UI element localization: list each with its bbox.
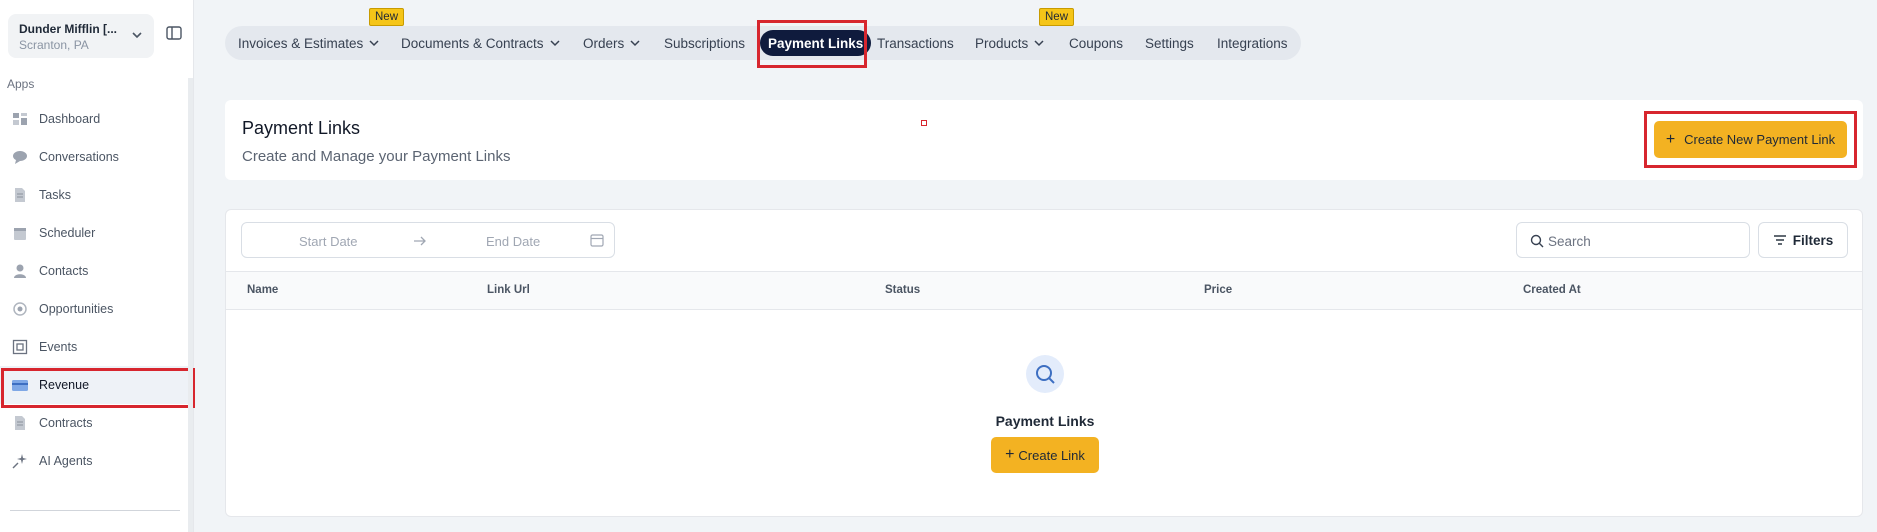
page-subtitle: Create and Manage your Payment Links (242, 148, 511, 165)
tab-orders[interactable]: Orders (583, 26, 640, 60)
tab-subscriptions[interactable]: Subscriptions (664, 26, 745, 60)
sidebar-item-opportunities[interactable]: Opportunities (0, 290, 190, 328)
account-location: Scranton, PA (19, 38, 89, 52)
sidebar-scrollbar[interactable] (188, 78, 193, 532)
tab-label: Orders (583, 35, 625, 51)
sidebar-item-label: Dashboard (39, 112, 101, 126)
card-icon (12, 377, 28, 393)
sidebar-item-label: Tasks (39, 188, 71, 202)
sidebar-item-events[interactable]: Events (0, 328, 190, 366)
table-header: Name Link Url Status Price Created At (226, 271, 1862, 310)
create-button-label: Create New Payment Link (1684, 132, 1836, 147)
create-new-payment-link-button[interactable]: + Create New Payment Link (1654, 121, 1847, 158)
sidebar-item-conversations[interactable]: Conversations (0, 138, 190, 176)
column-header-created-at[interactable]: Created At (1523, 284, 1581, 296)
chevron-down-icon (630, 40, 640, 47)
tab-label: Subscriptions (664, 35, 746, 51)
end-date-input[interactable]: End Date (486, 234, 540, 249)
sparkle-icon (12, 453, 28, 469)
sidebar-nav: Dashboard Conversations Tasks Scheduler … (0, 100, 195, 480)
sidebar-item-label: Events (39, 340, 78, 354)
chat-icon (12, 149, 28, 165)
sidebar-item-label: Contacts (39, 264, 89, 278)
cursor-marker (921, 120, 927, 126)
tab-label: Documents & Contracts (401, 35, 544, 51)
document-icon (12, 187, 28, 203)
date-range-picker[interactable]: Start Date End Date (241, 222, 615, 258)
search-icon (1026, 355, 1064, 393)
column-header-status[interactable]: Status (885, 284, 920, 296)
sidebar-item-contacts[interactable]: Contacts (0, 252, 190, 290)
sidebar-item-label: Scheduler (39, 226, 96, 240)
account-switcher[interactable]: Dunder Mifflin [... Scranton, PA (8, 14, 154, 58)
events-icon (12, 339, 28, 355)
sidebar-item-tasks[interactable]: Tasks (0, 176, 190, 214)
column-header-name[interactable]: Name (247, 284, 278, 296)
plus-icon: + (1665, 130, 1676, 148)
chevron-down-icon (550, 40, 560, 47)
chevron-down-icon (132, 32, 142, 39)
chevron-down-icon (369, 40, 379, 47)
create-link-label: Create Link (1018, 447, 1085, 463)
target-icon (12, 301, 28, 317)
column-header-link-url[interactable]: Link Url (487, 284, 530, 296)
search-placeholder: Search (1548, 234, 1591, 249)
start-date-input[interactable]: Start Date (299, 234, 358, 249)
sidebar-item-contracts[interactable]: Contracts (0, 404, 190, 442)
account-name: Dunder Mifflin [... (19, 22, 117, 36)
tab-coupons[interactable]: Coupons (1069, 26, 1123, 60)
search-input[interactable]: Search (1516, 222, 1750, 258)
document-icon (12, 415, 28, 431)
chevron-down-icon (1034, 40, 1044, 47)
sidebar-item-label: AI Agents (39, 454, 93, 468)
tab-documents-contracts[interactable]: Documents & Contracts (401, 26, 560, 60)
new-badge: New (1039, 8, 1075, 26)
sidebar-divider (10, 510, 180, 511)
sidebar-item-revenue[interactable]: Revenue (0, 366, 195, 408)
tab-label: Coupons (1069, 35, 1124, 51)
filters-button[interactable]: Filters (1758, 222, 1848, 258)
arrow-right-icon (414, 236, 426, 246)
filter-icon (1773, 235, 1786, 245)
sidebar: Dunder Mifflin [... Scranton, PA Apps Da… (0, 0, 195, 532)
tab-label: Integrations (1217, 35, 1288, 51)
sidebar-item-dashboard[interactable]: Dashboard (0, 100, 190, 138)
tab-label: Invoices & Estimates (238, 35, 364, 51)
tab-invoices-estimates[interactable]: Invoices & Estimates (238, 26, 379, 60)
tab-label: Products (975, 35, 1029, 51)
tab-products[interactable]: Products (975, 26, 1044, 60)
plus-icon: + (1005, 446, 1015, 463)
create-link-button[interactable]: + Create Link (991, 437, 1099, 473)
tab-integrations[interactable]: Integrations (1217, 26, 1288, 60)
column-header-price[interactable]: Price (1204, 284, 1232, 296)
person-icon (12, 263, 28, 279)
sidebar-collapse-icon[interactable] (166, 26, 182, 40)
dashboard-icon (12, 111, 28, 127)
tab-transactions[interactable]: Transactions (877, 26, 954, 60)
calendar-icon (590, 234, 604, 247)
new-badge: New (369, 8, 405, 26)
apps-section-label: Apps (7, 77, 35, 91)
empty-state-title: Payment Links (995, 413, 1095, 429)
page-title: Payment Links (242, 118, 361, 138)
payment-links-table-card: Start Date End Date Search Filters Name … (225, 209, 1863, 517)
filters-label: Filters (1792, 232, 1834, 248)
sidebar-item-label: Opportunities (39, 302, 114, 316)
sidebar-item-label: Revenue (39, 378, 90, 392)
search-icon (1530, 234, 1544, 248)
calendar-icon (12, 225, 28, 241)
sidebar-item-ai-agents[interactable]: AI Agents (0, 442, 190, 480)
tab-settings[interactable]: Settings (1145, 26, 1194, 60)
page-header-card: Payment Links Create and Manage your Pay… (225, 100, 1863, 180)
sidebar-item-scheduler[interactable]: Scheduler (0, 214, 190, 252)
sidebar-item-label: Conversations (39, 150, 119, 164)
sidebar-item-label: Contracts (39, 416, 93, 430)
active-tab-highlight (757, 20, 867, 68)
tab-label: Transactions (877, 35, 954, 51)
tab-label: Settings (1145, 35, 1194, 51)
